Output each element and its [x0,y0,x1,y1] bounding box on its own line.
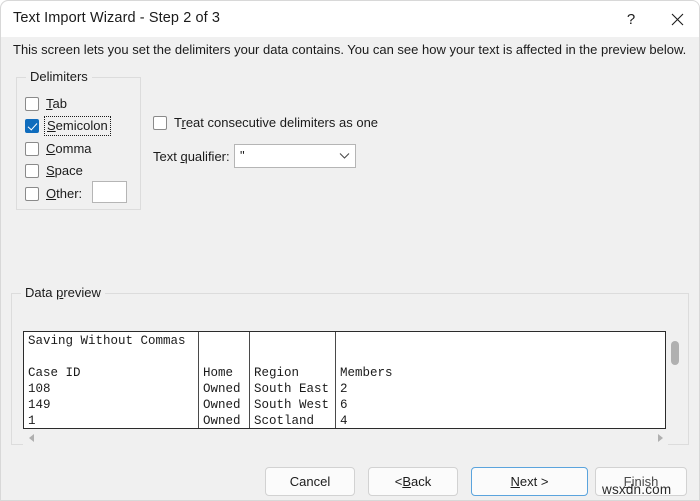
preview-cell: 4 [340,414,348,428]
checkbox-tab-label: Tab [46,96,67,111]
checkbox-space-box[interactable] [25,164,39,178]
text-import-wizard-dialog: Text Import Wizard - Step 2 of 3 ? This … [0,0,700,501]
preview-cell: Home [203,366,234,380]
help-button[interactable]: ? [608,1,654,37]
preview-cell: Region [254,366,300,380]
preview-cell: Saving Without Commas [28,334,186,348]
question-mark-icon: ? [626,10,636,28]
text-qualifier-select[interactable]: " [234,144,356,168]
checkbox-tab-box[interactable] [25,97,39,111]
checkbox-space-label: Space [46,163,83,178]
preview-row [24,349,665,365]
preview-cell: 6 [340,398,348,412]
checkbox-comma-label: Comma [46,141,92,156]
preview-cell: South West [254,398,330,412]
window-title: Text Import Wizard - Step 2 of 3 [13,10,221,26]
text-qualifier-label: Text qualifier: [153,149,230,164]
preview-cell: 2 [340,382,348,396]
close-icon [671,13,684,26]
preview-row: Case ID Home Region Members [24,365,665,381]
checkbox-semicolon-label: Semicolon [44,116,111,136]
data-preview-horizontal-scrollbar[interactable] [23,431,668,445]
preview-cell: Case ID [28,366,81,380]
checkbox-semicolon[interactable]: Semicolon [25,116,111,136]
data-preview-legend: Data preview [21,285,105,300]
preview-cell: Members [340,366,393,380]
data-preview-viewport[interactable]: Saving Without Commas Case ID Home Region Me… [23,331,666,429]
checkbox-treat-consecutive-delimiters[interactable]: Treat consecutive delimiters as one [153,114,378,132]
checkbox-treat-consecutive-delimiters-box[interactable] [153,116,167,130]
other-delimiter-input[interactable] [92,181,127,203]
title-bar: Text Import Wizard - Step 2 of 3 ? [1,1,699,37]
checkbox-comma[interactable]: Comma [25,140,92,158]
instruction-text: This screen lets you set the delimiters … [13,42,687,57]
cancel-button[interactable]: Cancel [265,467,355,496]
checkbox-other[interactable]: Other: [25,185,82,203]
arrow-right-icon[interactable] [655,433,665,443]
data-preview-vertical-scrollbar[interactable] [668,331,682,429]
preview-row: 149 Owned South West 6 [24,397,665,413]
text-qualifier-value: " [240,149,245,163]
preview-cell: South East [254,382,330,396]
next-button[interactable]: Next > [471,467,588,496]
checkbox-other-box[interactable] [25,187,39,201]
preview-cell: Owned [203,398,241,412]
data-preview-table: Saving Without Commas Case ID Home Region Me… [24,332,665,428]
preview-cell: Owned [203,414,241,428]
checkbox-other-label: Other: [46,186,83,201]
checkbox-treat-consecutive-delimiters-label: Treat consecutive delimiters as one [174,115,379,130]
checkbox-comma-box[interactable] [25,142,39,156]
preview-cell: 108 [28,382,51,396]
checkbox-tab[interactable]: Tab [25,95,67,113]
preview-row: 108 Owned South East 2 [24,381,665,397]
arrow-left-icon[interactable] [26,433,36,443]
preview-cell: Owned [203,382,241,396]
vertical-scrollbar-thumb[interactable] [671,341,679,365]
close-button[interactable] [654,1,699,37]
preview-row: 1 Owned Scotland 4 [24,413,665,428]
checkbox-space[interactable]: Space [25,162,83,180]
preview-cell: Scotland [254,414,315,428]
preview-row: Saving Without Commas [24,333,665,349]
back-button[interactable]: < Back [368,467,458,496]
finish-button[interactable]: Finish [595,467,687,496]
preview-cell: 149 [28,398,51,412]
preview-cell: 1 [28,414,36,428]
checkbox-semicolon-box[interactable] [25,119,39,133]
chevron-down-icon [333,152,355,160]
delimiters-legend: Delimiters [26,69,92,84]
